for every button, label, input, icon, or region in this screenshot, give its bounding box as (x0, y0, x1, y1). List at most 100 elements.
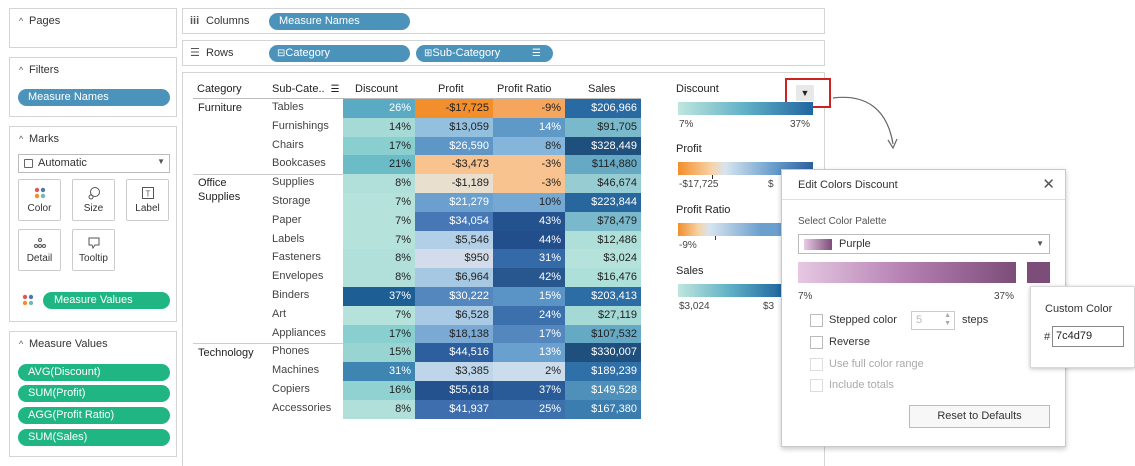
subcategory-label[interactable]: Tables (272, 101, 304, 113)
cell-profit[interactable]: $55,618 (415, 381, 493, 400)
cell-discount[interactable]: 7% (343, 231, 415, 250)
measure-pill-sales[interactable]: SUM(Sales) (18, 429, 170, 446)
cell-discount[interactable]: 8% (343, 249, 415, 268)
cell-profit-ratio[interactable]: 25% (493, 400, 565, 419)
columns-pill-measure-names[interactable]: Measure Names (269, 13, 410, 30)
cell-discount[interactable]: 7% (343, 193, 415, 212)
cell-profit[interactable]: -$3,473 (415, 155, 493, 174)
cell-discount[interactable]: 16% (343, 381, 415, 400)
legend-sales-ramp[interactable] (678, 284, 782, 297)
cell-profit-ratio[interactable]: 13% (493, 343, 565, 362)
cell-profit-ratio[interactable]: -9% (493, 99, 565, 118)
cell-sales[interactable]: $167,380 (565, 400, 641, 419)
sort-icon[interactable]: ☰ (331, 84, 340, 95)
header-profit-ratio[interactable]: Profit Ratio (497, 83, 551, 95)
cell-sales[interactable]: $114,880 (565, 155, 641, 174)
cell-sales[interactable]: $12,486 (565, 231, 641, 250)
cell-profit[interactable]: $3,385 (415, 362, 493, 381)
stepped-color-checkbox[interactable] (810, 314, 823, 327)
cell-sales[interactable]: $223,844 (565, 193, 641, 212)
cell-sales[interactable]: $78,479 (565, 212, 641, 231)
cell-sales[interactable]: $189,239 (565, 362, 641, 381)
filter-pill-measure-names[interactable]: Measure Names (18, 89, 170, 106)
cell-profit-ratio[interactable]: 15% (493, 287, 565, 306)
subcategory-label[interactable]: Paper (272, 214, 301, 226)
color-ramp-preview[interactable] (798, 262, 1016, 283)
cell-profit-ratio[interactable]: 43% (493, 212, 565, 231)
cell-sales[interactable]: $3,024 (565, 249, 641, 268)
header-category[interactable]: Category (197, 83, 242, 95)
subcategory-label[interactable]: Art (272, 308, 286, 320)
collapse-icon[interactable]: ^ (19, 16, 29, 26)
subcategory-label[interactable]: Fasteners (272, 251, 321, 263)
chevron-down-icon[interactable]: ▼ (1036, 239, 1044, 248)
cell-discount[interactable]: 26% (343, 99, 415, 118)
cell-profit[interactable]: $41,937 (415, 400, 493, 419)
cell-sales[interactable]: $107,532 (565, 325, 641, 344)
marks-detail-button[interactable]: Detail (18, 229, 61, 271)
category-technology[interactable]: Technology (198, 346, 254, 360)
rows-pill-category[interactable]: ⊟Category (269, 45, 410, 62)
cell-profit[interactable]: $5,546 (415, 231, 493, 250)
cell-profit[interactable]: $6,964 (415, 268, 493, 287)
cell-sales[interactable]: $46,674 (565, 174, 641, 193)
subcategory-label[interactable]: Storage (272, 195, 311, 207)
cell-discount[interactable]: 8% (343, 268, 415, 287)
measure-pill-profit-ratio[interactable]: AGG(Profit Ratio) (18, 407, 170, 424)
marks-color-button[interactable]: Color (18, 179, 61, 221)
subcategory-label[interactable]: Chairs (272, 139, 304, 151)
cell-sales[interactable]: $330,007 (565, 343, 641, 362)
marks-size-button[interactable]: Size (72, 179, 115, 221)
subcategory-label[interactable]: Binders (272, 289, 309, 301)
cell-profit[interactable]: $18,138 (415, 325, 493, 344)
cell-discount[interactable]: 8% (343, 400, 415, 419)
legend-profit-ratio-ramp[interactable] (678, 223, 782, 236)
cell-discount[interactable]: 7% (343, 306, 415, 325)
cell-sales[interactable]: $16,476 (565, 268, 641, 287)
cell-profit[interactable]: $34,054 (415, 212, 493, 231)
cell-discount[interactable]: 31% (343, 362, 415, 381)
measure-pill-profit[interactable]: SUM(Profit) (18, 385, 170, 402)
header-discount[interactable]: Discount (355, 83, 398, 95)
cell-sales[interactable]: $91,705 (565, 118, 641, 137)
subcategory-label[interactable]: Labels (272, 233, 304, 245)
cell-sales[interactable]: $149,528 (565, 381, 641, 400)
subcategory-label[interactable]: Envelopes (272, 270, 323, 282)
include-totals-checkbox[interactable] (810, 379, 823, 392)
cell-profit-ratio[interactable]: 42% (493, 268, 565, 287)
cell-sales[interactable]: $203,413 (565, 287, 641, 306)
palette-select[interactable]: Purple ▼ (798, 234, 1050, 254)
cell-profit[interactable]: -$17,725 (415, 99, 493, 118)
subcategory-label[interactable]: Accessories (272, 402, 331, 414)
cell-profit-ratio[interactable]: 31% (493, 249, 565, 268)
cell-profit-ratio[interactable]: 24% (493, 306, 565, 325)
cell-sales[interactable]: $27,119 (565, 306, 641, 325)
mark-type-dropdown[interactable]: Automatic ▼ (18, 154, 170, 173)
collapse-icon[interactable]: ^ (19, 339, 29, 349)
cell-discount[interactable]: 14% (343, 118, 415, 137)
cell-profit-ratio[interactable]: 44% (493, 231, 565, 250)
cell-profit-ratio[interactable]: 17% (493, 325, 565, 344)
marks-measure-values-pill[interactable]: Measure Values (43, 292, 170, 309)
cell-profit-ratio[interactable]: -3% (493, 174, 565, 193)
cell-sales[interactable]: $206,966 (565, 99, 641, 118)
rows-pill-subcategory[interactable]: ⊞Sub-Category ☰ (416, 45, 553, 62)
rows-shelf[interactable]: ☰ Rows ⊟Category ⊞Sub-Category ☰ (182, 40, 825, 66)
full-range-checkbox[interactable] (810, 358, 823, 371)
cell-profit[interactable]: $21,279 (415, 193, 493, 212)
cell-profit-ratio[interactable]: 8% (493, 137, 565, 156)
cell-discount[interactable]: 37% (343, 287, 415, 306)
cell-discount[interactable]: 21% (343, 155, 415, 174)
pages-title[interactable]: ^ Pages (19, 15, 60, 27)
sort-icon[interactable]: ☰ (532, 45, 541, 62)
header-subcategory[interactable]: Sub-Cate.. ☰ (272, 83, 340, 95)
cell-profit[interactable]: $44,516 (415, 343, 493, 362)
subcategory-label[interactable]: Bookcases (272, 157, 326, 169)
cell-profit-ratio[interactable]: 10% (493, 193, 565, 212)
cell-profit[interactable]: $6,528 (415, 306, 493, 325)
custom-color-input[interactable]: 7c4d79 (1052, 326, 1124, 347)
cell-discount[interactable]: 17% (343, 137, 415, 156)
subcategory-label[interactable]: Furnishings (272, 120, 329, 132)
marks-label-button[interactable]: T Label (126, 179, 169, 221)
measure-values-title[interactable]: ^ Measure Values (19, 338, 108, 350)
